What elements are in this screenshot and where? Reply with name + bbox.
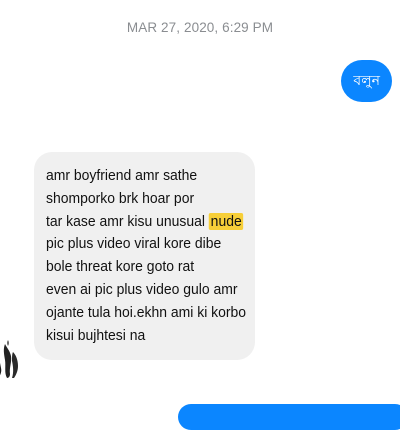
message-line-text: bole threat kore goto rat	[46, 258, 195, 276]
message-line: even ai pic plus video gulo amr	[46, 279, 238, 302]
highlighted-word: nude	[208, 212, 244, 230]
user-avatar-icon-shape	[0, 340, 18, 378]
next-sent-message-bubble[interactable]	[178, 404, 400, 430]
message-line: amr boyfriend amr sathe	[46, 165, 225, 188]
message-line: shomporko brk hoar por	[46, 188, 225, 211]
message-line: pic plus video viral kore dibe	[46, 233, 225, 256]
user-avatar-icon[interactable]	[0, 338, 24, 380]
message-line-text: tar kase amr kisu unusual	[46, 212, 209, 230]
message-line: ojante tula hoi.ekhn ami ki korbo	[46, 302, 246, 325]
sent-message-bubble[interactable]: বলুন	[341, 60, 392, 102]
message-line: kisui bujhtesi na	[46, 325, 225, 348]
received-message-bubble[interactable]: amr boyfriend amr sathe shomporko brk ho…	[34, 152, 255, 361]
message-line-text: even ai pic plus video gulo amr	[46, 280, 238, 298]
message-line-text: amr boyfriend amr sathe	[46, 167, 198, 184]
message-line: tar kase amr kisu unusual nude	[46, 211, 244, 234]
message-line: bole threat kore goto rat	[46, 256, 225, 279]
message-line-text: shomporko brk hoar por	[46, 189, 195, 207]
message-line-text: kisui bujhtesi na	[46, 326, 146, 344]
message-line-text: pic plus video viral kore dibe	[46, 235, 222, 253]
message-timestamp: MAR 27, 2020, 6:29 PM	[126, 20, 274, 35]
message-line-text: ojante tula hoi.ekhn ami ki korbo	[46, 303, 247, 321]
